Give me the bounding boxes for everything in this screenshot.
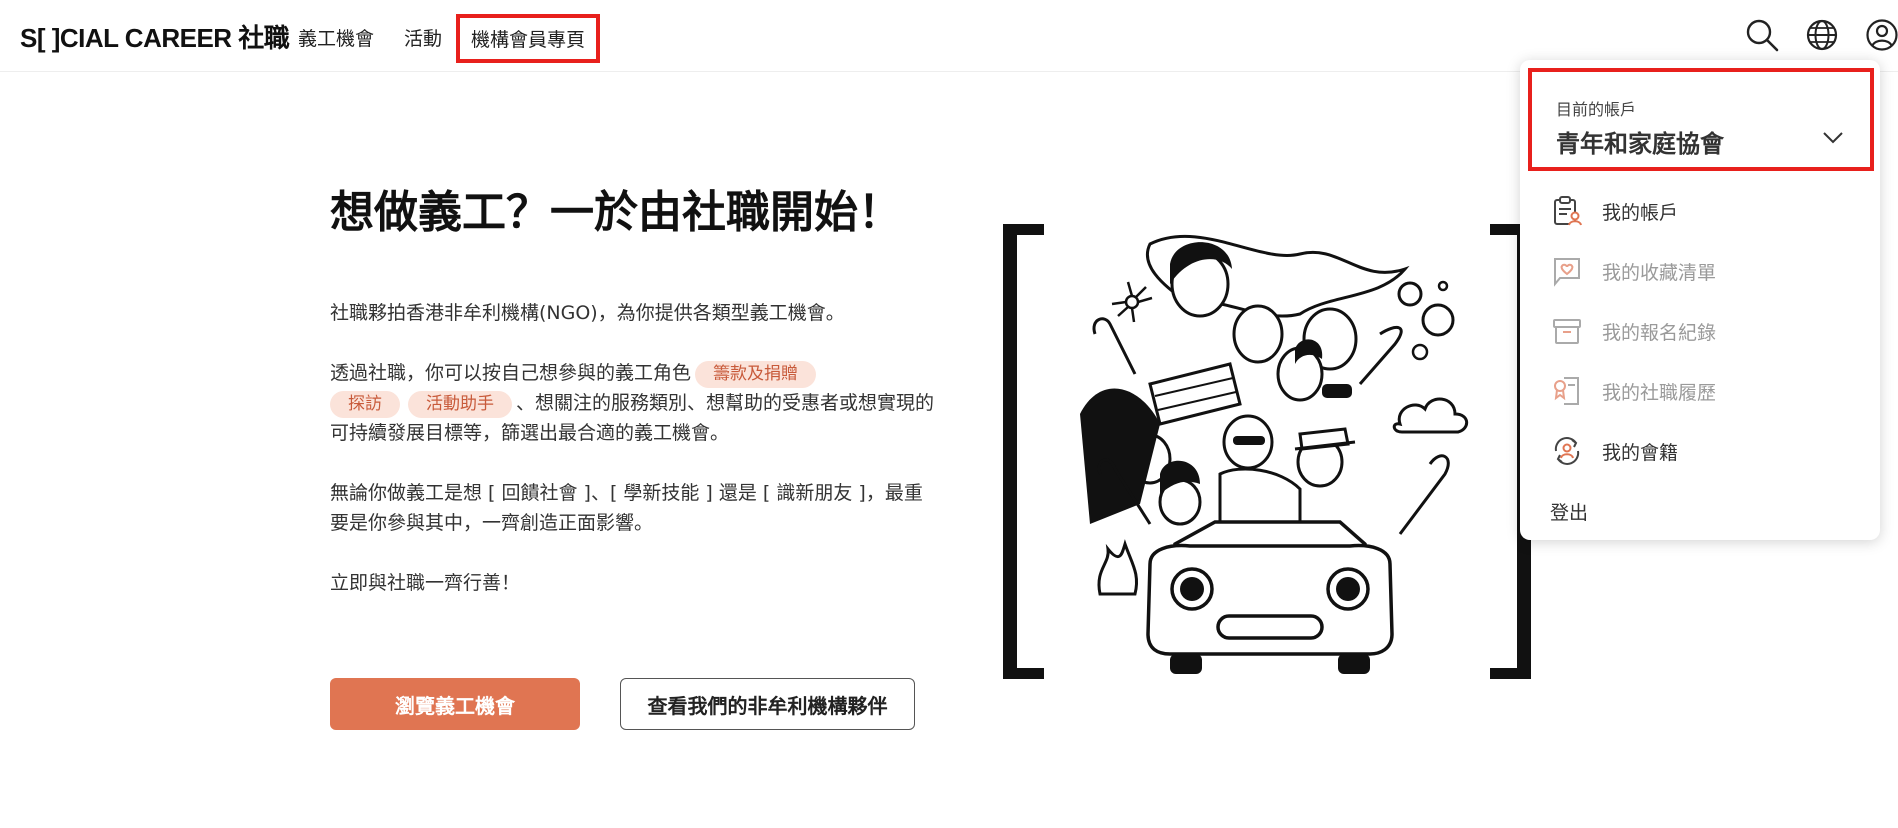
- nav-organization-member-page[interactable]: 機構會員專頁: [456, 14, 601, 63]
- menu-my-resume-label: 我的社職履歷: [1602, 381, 1717, 404]
- heart-flag-icon: [1550, 254, 1584, 288]
- hero-paragraph-3: 無論你做義工是想 [ 回饋社會 ]、[ 學新技能 ] 還是 [ 識新朋友 ]，最…: [330, 482, 923, 534]
- logout-link[interactable]: 登出: [1550, 498, 1588, 525]
- globe-icon[interactable]: [1803, 16, 1841, 54]
- nav-volunteer-opportunities[interactable]: 義工機會: [298, 24, 374, 51]
- user-icon[interactable]: [1863, 16, 1898, 54]
- tag-visit[interactable]: 探訪: [330, 391, 400, 418]
- menu-my-account[interactable]: 我的帳戶: [1550, 191, 1678, 231]
- archive-box-icon: [1550, 314, 1584, 348]
- current-account-name: 青年和家庭協會: [1556, 130, 1724, 158]
- membership-cycle-icon: [1550, 434, 1584, 468]
- menu-my-account-label: 我的帳戶: [1602, 201, 1679, 224]
- nav-events[interactable]: 活動: [404, 24, 442, 51]
- menu-my-registrations[interactable]: 我的報名紀錄: [1550, 311, 1716, 351]
- tag-fundraising[interactable]: 籌款及捐贈: [695, 361, 817, 388]
- hero-paragraph-1: 社職夥拍香港非牟利機構(NGO)，為你提供各類型義工機會。: [330, 302, 845, 324]
- hero-illustration: [1000, 221, 1535, 682]
- site-logo[interactable]: S[ ]CIAL CAREER 社職: [20, 18, 290, 55]
- menu-my-resume[interactable]: 我的社職履歷: [1550, 371, 1716, 411]
- menu-my-registrations-label: 我的報名紀錄: [1602, 321, 1717, 344]
- menu-my-favorites[interactable]: 我的收藏清單: [1550, 251, 1716, 291]
- certificate-icon: [1550, 374, 1584, 408]
- account-dropdown: 目前的帳戶 青年和家庭協會 我的帳戶 我的收藏清單 我的報名紀錄 我的社職履歷: [1520, 60, 1880, 540]
- current-account-label: 目前的帳戶: [1556, 100, 1637, 119]
- menu-my-favorites-label: 我的收藏清單: [1602, 261, 1717, 284]
- hero-paragraph-2: 透過社職，你可以按自己想參與的義工角色 籌款及捐贈 探訪 活動助手 、想關注的服務類別、…: [330, 358, 940, 448]
- tag-event-helper[interactable]: 活動助手: [408, 391, 512, 418]
- p2-text-before: 透過社職，你可以按自己想參與的義工角色: [330, 362, 692, 384]
- search-icon[interactable]: [1743, 16, 1781, 54]
- browse-volunteer-button[interactable]: 瀏覽義工機會: [330, 678, 580, 730]
- hero-paragraph-4: 立即與社職一齊行善！: [330, 572, 521, 594]
- menu-my-membership[interactable]: 我的會籍: [1550, 431, 1678, 471]
- clipboard-user-icon: [1550, 194, 1584, 228]
- view-ngo-partners-button[interactable]: 查看我們的非牟利機構夥伴: [620, 678, 915, 730]
- chevron-down-icon: [1820, 124, 1846, 150]
- menu-my-membership-label: 我的會籍: [1602, 441, 1679, 464]
- current-account-selector[interactable]: 目前的帳戶 青年和家庭協會: [1528, 68, 1874, 171]
- hero-title: 想做義工？一於由社職開始！: [330, 187, 902, 238]
